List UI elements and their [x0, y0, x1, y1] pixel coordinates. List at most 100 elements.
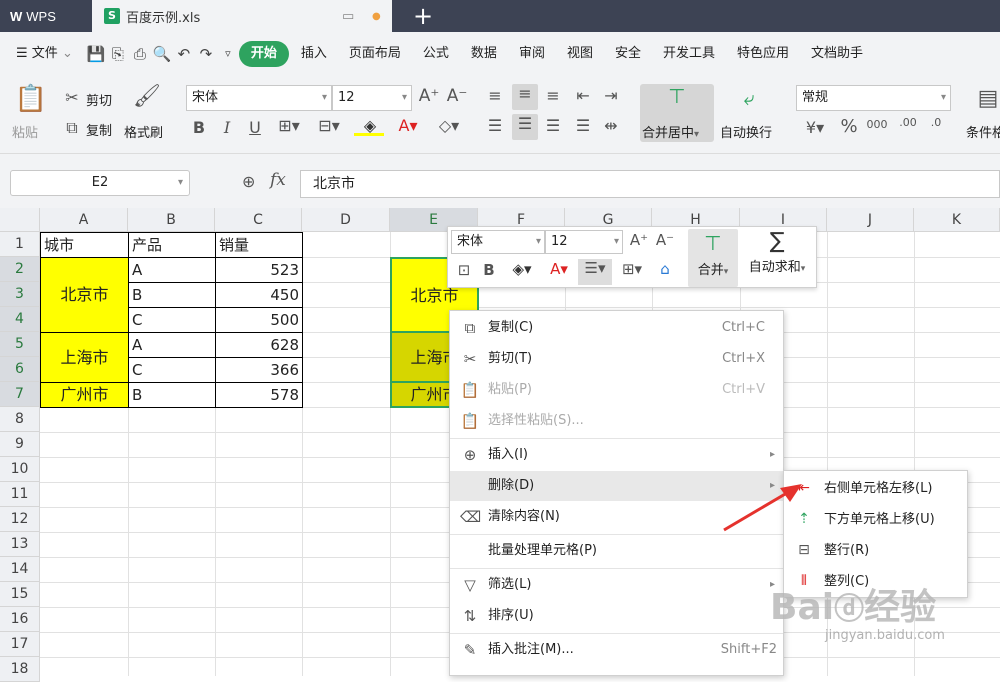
italic-icon[interactable]: I [218, 118, 236, 137]
menu-item-copy[interactable]: ⧉ 复制(C) Ctrl+C [450, 313, 783, 343]
align-center-icon[interactable]: ☰ [512, 114, 538, 140]
row-header[interactable]: 1 [0, 232, 40, 257]
paste-icon[interactable]: 📋 [14, 84, 48, 116]
border-icon[interactable]: ⊞▾ [616, 260, 648, 278]
merged-city-cell[interactable]: 北京市 [40, 257, 129, 333]
monitor-icon[interactable]: ▭ [342, 9, 354, 24]
product-cell[interactable]: C [128, 357, 216, 383]
menu-item-paste[interactable]: 📋 粘贴(P) Ctrl+V [450, 375, 783, 405]
sales-cell[interactable]: 628 [215, 332, 303, 358]
export-icon[interactable]: ⎘ [107, 43, 129, 65]
row-header[interactable]: 18 [0, 657, 40, 682]
submenu-shift-left[interactable]: ⇤ 右侧单元格左移(L) [784, 473, 967, 504]
indent-increase-icon[interactable]: ⇥ [600, 86, 622, 105]
indent-decrease-icon[interactable]: ⇤ [572, 86, 594, 105]
column-header[interactable]: A [40, 208, 128, 232]
column-header[interactable]: C [215, 208, 302, 232]
tab-security[interactable]: 安全 [605, 41, 651, 67]
conditional-format-button[interactable]: 条件格式 [966, 122, 1000, 141]
zoom-icon[interactable]: ⊕ [242, 172, 255, 191]
column-header[interactable]: J [827, 208, 914, 232]
distribute-icon[interactable]: ⇹ [600, 116, 622, 135]
product-cell[interactable]: C [128, 307, 216, 333]
menu-file[interactable]: ☰ 文件 ⌄ [0, 41, 83, 67]
tab-developer[interactable]: 开发工具 [653, 41, 725, 67]
row-header[interactable]: 11 [0, 482, 40, 507]
row-header[interactable]: 7 [0, 382, 40, 407]
bold-icon[interactable]: B [480, 261, 498, 279]
menu-item-insert[interactable]: ⊕ 插入(I) ▸ [450, 440, 783, 470]
font-color-icon[interactable]: A▾ [544, 260, 574, 278]
mini-font-name-select[interactable]: 宋体 ▾ [451, 230, 545, 254]
bold-icon[interactable]: B [190, 118, 208, 137]
copy-icon[interactable]: ⧉ [62, 118, 82, 138]
wrap-text-button[interactable]: 自动换行 [720, 122, 772, 141]
sales-cell[interactable]: 500 [215, 307, 303, 333]
sales-cell[interactable]: 450 [215, 282, 303, 308]
row-header[interactable]: 14 [0, 557, 40, 582]
tab-special[interactable]: 特色应用 [727, 41, 799, 67]
formula-input[interactable]: 北京市 [300, 170, 1000, 198]
decrease-decimal-icon[interactable]: .0 [924, 116, 948, 129]
merge-button[interactable]: ⊤ 合并▾ [688, 229, 738, 287]
eraser-icon[interactable]: ◇▾ [432, 116, 466, 135]
tab-review[interactable]: 审阅 [509, 41, 555, 67]
menu-item-sort[interactable]: ⇅ 排序(U) [450, 601, 783, 631]
row-header[interactable]: 16 [0, 607, 40, 632]
menu-item-paste-special[interactable]: 📋 选择性粘贴(S)... [450, 406, 783, 436]
sales-cell[interactable]: 366 [215, 357, 303, 383]
align-left-icon[interactable]: ☰ [484, 116, 506, 135]
row-header[interactable]: 13 [0, 532, 40, 557]
copy-button[interactable]: 复制 [86, 120, 112, 139]
menu-item-batch[interactable]: 批量处理单元格(P) [450, 536, 783, 566]
table-header-product[interactable]: 产品 [128, 232, 216, 258]
border-icon[interactable]: ⊞▾ [274, 116, 304, 135]
fill-color-icon[interactable]: ◈▾ [504, 260, 540, 278]
align-top-icon[interactable]: ≡ [484, 86, 506, 105]
menu-item-filter[interactable]: ▽ 筛选(L) ▸ [450, 570, 783, 600]
row-header[interactable]: 17 [0, 632, 40, 657]
tab-page-layout[interactable]: 页面布局 [339, 41, 411, 67]
submenu-entire-row[interactable]: ⊟ 整行(R) [784, 535, 967, 566]
sales-cell[interactable]: 523 [215, 257, 303, 283]
name-box[interactable]: E2 ▾ [10, 170, 190, 196]
print-icon[interactable]: ⎙ [129, 43, 151, 65]
tab-formulas[interactable]: 公式 [413, 41, 459, 67]
scissors-icon[interactable]: ✂ [62, 88, 82, 107]
quick-access-dropdown-icon[interactable]: ▿ [217, 43, 239, 65]
merge-center-button[interactable]: 合并居中▾ [642, 122, 699, 141]
submenu-shift-up[interactable]: ⇡ 下方单元格上移(U) [784, 504, 967, 535]
increase-font-icon[interactable]: A⁺ [418, 86, 440, 106]
font-name-select[interactable]: 宋体 ▾ [186, 85, 332, 111]
cell-style-icon[interactable]: ⊟▾ [312, 116, 346, 135]
row-header[interactable]: 15 [0, 582, 40, 607]
conditional-format-icon[interactable]: ▤ [976, 86, 1000, 111]
wps-logo[interactable]: W WPS [0, 0, 92, 32]
row-header[interactable]: 9 [0, 432, 40, 457]
format-painter-icon[interactable]: 🖌 [132, 84, 162, 109]
format-painter-button[interactable]: 格式刷 [124, 122, 163, 141]
table-header-sales[interactable]: 销量 [215, 232, 303, 258]
menu-item-insert-comment[interactable]: ✎ 插入批注(M)... Shift+F2 [450, 635, 783, 665]
new-tab-button[interactable]: + [408, 2, 438, 30]
decrease-font-icon[interactable]: A⁻ [446, 86, 468, 106]
increase-font-icon[interactable]: A⁺ [628, 231, 650, 249]
product-cell[interactable]: A [128, 257, 216, 283]
cut-button[interactable]: 剪切 [86, 90, 112, 109]
document-tab[interactable]: S 百度示例.xls ▭ ● [92, 0, 392, 32]
menu-item-cut[interactable]: ✂ 剪切(T) Ctrl+X [450, 344, 783, 374]
row-header[interactable]: 3 [0, 282, 40, 307]
tab-data[interactable]: 数据 [461, 41, 507, 67]
redo-icon[interactable]: ↷ [195, 43, 217, 65]
mini-font-size-select[interactable]: 12 ▾ [545, 230, 623, 254]
select-all-corner[interactable] [0, 208, 40, 232]
wrap-text-icon[interactable]: ⤶ [734, 86, 764, 110]
row-header[interactable]: 10 [0, 457, 40, 482]
paste-button[interactable]: 粘贴 [12, 122, 38, 141]
autosum-button[interactable]: ∑ 自动求和▾ [744, 229, 810, 287]
row-header[interactable]: 12 [0, 507, 40, 532]
tab-insert[interactable]: 插入 [291, 41, 337, 67]
font-color-icon[interactable]: A▾ [392, 116, 424, 135]
wrap-icon[interactable]: ⊡ [452, 261, 476, 279]
column-header[interactable]: D [302, 208, 390, 232]
